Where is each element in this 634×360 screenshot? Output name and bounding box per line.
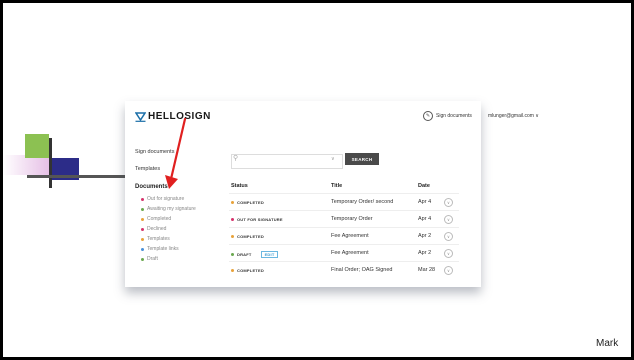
document-title[interactable]: Fee Agreement [331,233,369,239]
document-date: Apr 4 [418,199,432,205]
document-date: Apr 2 [418,250,432,256]
status-dot [141,237,144,241]
sidebar-subitem-declined[interactable]: Declined [141,226,166,232]
status-text: OUT FOR SIGNATURE [237,217,283,222]
sidebar-subitem-label: Draft [147,256,158,262]
red-arrow-annotation [165,117,187,189]
slide: HELLOSIGN ✎ Sign documents mlunger@gmail… [3,3,631,357]
header-sign-documents-link[interactable]: Sign documents [436,113,472,119]
table-row[interactable]: COMPLETED Temporary Order/ second Apr 4 … [229,193,459,211]
decor-vertical-line [49,138,52,188]
document-title[interactable]: Fee Agreement [331,250,369,256]
sidebar-subitem-label: Out for signature [147,196,185,202]
hellosign-logo-icon [135,111,146,122]
row-menu-icon[interactable]: ∨ [444,266,453,275]
column-header-date[interactable]: Date [418,183,430,189]
sidebar-subitem-awaiting-my-signature[interactable]: Awaiting my signature [141,206,196,212]
status-text: COMPLETED [237,234,264,239]
status-dot [231,253,234,256]
status-dot [141,247,144,251]
search-button[interactable]: SEARCH [345,153,379,165]
document-title[interactable]: Temporary Order/ second [331,199,393,205]
status-text: COMPLETED [237,200,264,205]
row-menu-icon[interactable]: ∨ [444,232,453,241]
document-title[interactable]: Temporary Order [331,216,373,222]
sidebar-item-templates[interactable]: Templates [135,166,160,172]
document-date: Apr 4 [418,216,432,222]
status-dot [141,257,144,261]
status-badge: OUT FOR SIGNATURE [231,217,283,222]
table-row[interactable]: COMPLETED Final Order; OAG Signed Mar 28… [229,261,459,279]
account-menu[interactable]: mlunger@gmail.com ∨ [488,113,539,119]
status-badge: COMPLETED [231,268,264,273]
status-badge: COMPLETED [231,200,264,205]
sidebar-subitem-out-for-signature[interactable]: Out for signature [141,196,184,202]
search-icon: ⚲ [233,155,239,162]
status-dot [141,217,144,221]
table-row[interactable]: COMPLETED Fee Agreement Apr 2 ∨ [229,227,459,245]
sidebar-subitem-label: Templates [147,236,170,242]
document-date: Apr 2 [418,233,432,239]
status-dot [231,201,234,204]
status-dot [231,269,234,272]
decor-pink-gradient [3,155,49,175]
row-menu-icon[interactable]: ∨ [444,249,453,258]
status-dot [141,207,144,211]
search-input[interactable] [231,154,343,169]
column-header-title[interactable]: Title [331,183,342,189]
status-dot [141,197,144,201]
sidebar-subitem-completed[interactable]: Completed [141,216,171,222]
row-menu-icon[interactable]: ∨ [444,198,453,207]
decor-green-square [25,134,49,158]
status-text: COMPLETED [237,268,264,273]
status-dot [231,218,234,221]
sidebar-subitem-label: Template links [147,246,179,252]
row-menu-icon[interactable]: ∨ [444,215,453,224]
column-header-status[interactable]: Status [231,183,248,189]
table-row[interactable]: OUT FOR SIGNATURE Temporary Order Apr 4 … [229,210,459,228]
edit-button[interactable]: EDIT [260,251,279,258]
document-title[interactable]: Final Order; OAG Signed [331,267,392,273]
sign-documents-icon[interactable]: ✎ [423,111,433,121]
status-text: DRAFT [237,252,252,257]
sidebar-subitem-label: Completed [147,216,172,222]
presenter-name: Mark [596,338,619,349]
status-badge: DRAFT EDIT [231,251,279,258]
document-date: Mar 28 [418,267,436,273]
status-dot [141,227,144,231]
sidebar-subitem-label: Declined [147,226,167,232]
status-badge: COMPLETED [231,234,264,239]
sidebar-subitem-label: Awaiting my signature [147,206,196,212]
sidebar-subitem-draft[interactable]: Draft [141,256,158,262]
sidebar-subitem-template-links[interactable]: Template links [141,246,179,252]
sidebar-subitem-templates[interactable]: Templates [141,236,170,242]
table-row[interactable]: DRAFT EDIT Fee Agreement Apr 2 ∨ [229,244,459,262]
status-dot [231,235,234,238]
decor-horizontal-line [27,175,139,178]
chevron-down-icon[interactable]: ∨ [331,156,335,162]
